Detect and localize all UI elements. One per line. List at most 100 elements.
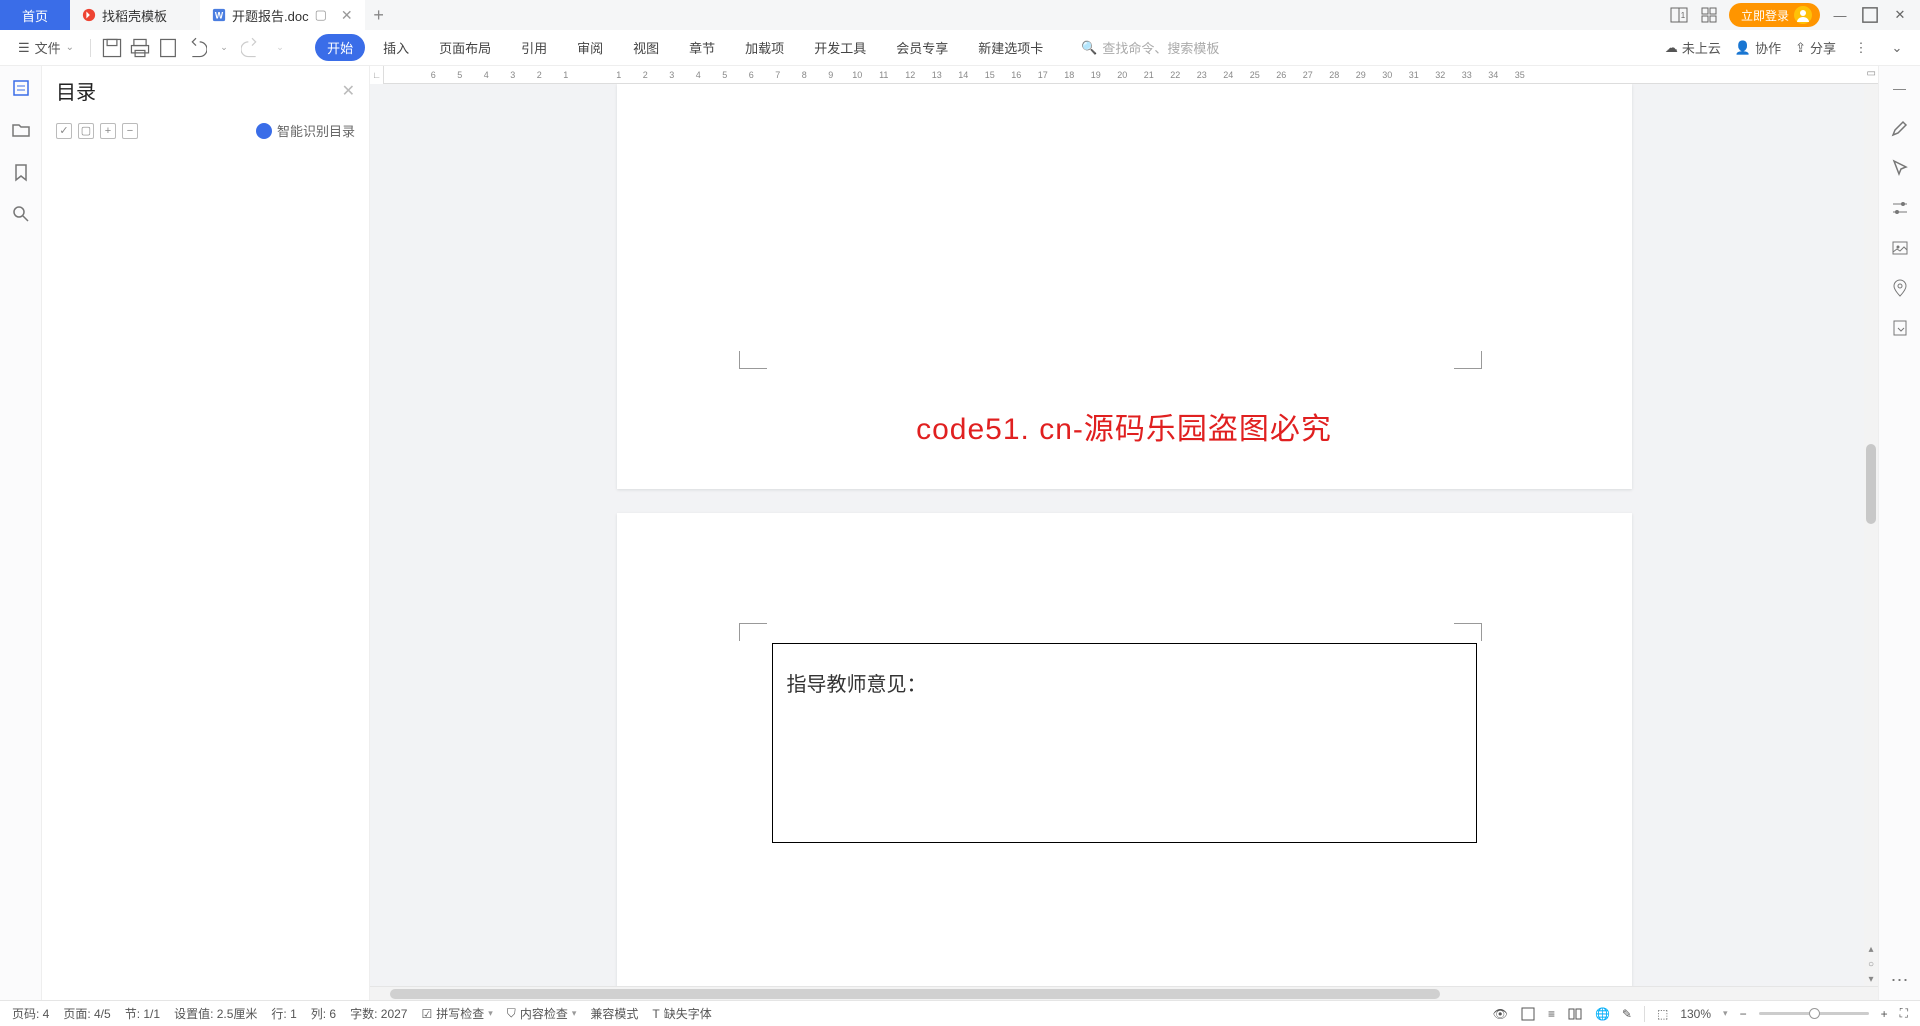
toc-level-up[interactable]: + — [100, 123, 116, 139]
font-icon: T — [652, 1007, 659, 1021]
zoom-slider[interactable] — [1759, 1012, 1869, 1015]
goto-icon[interactable]: ○ — [1864, 957, 1878, 971]
close-icon[interactable]: ✕ — [341, 7, 353, 24]
print-button[interactable] — [129, 37, 151, 59]
print-preview-button[interactable] — [157, 37, 179, 59]
zoom-out-button[interactable]: − — [1740, 1007, 1747, 1021]
ribbon-tab-addons[interactable]: 加载项 — [733, 34, 796, 61]
toc-level-down[interactable]: − — [122, 123, 138, 139]
cloud-status[interactable]: ☁未上云 — [1665, 38, 1721, 57]
more-icon[interactable]: ⋮ — [1850, 37, 1872, 59]
undo-button[interactable] — [185, 37, 207, 59]
ruler-tick: 21 — [1136, 70, 1163, 80]
ribbon-tab-start[interactable]: 开始 — [315, 34, 365, 61]
content-check-button[interactable]: ⛉内容检查 ▾ — [507, 1005, 577, 1022]
content-cell[interactable]: 指导教师意见： — [772, 643, 1477, 843]
redo-dropdown[interactable]: ⌄ — [269, 37, 291, 59]
ruler-tick: 25 — [1242, 70, 1269, 80]
view-page-icon[interactable] — [1520, 1006, 1536, 1022]
tab-home[interactable]: 首页 — [0, 0, 70, 30]
collapse-ribbon-icon[interactable]: ⌄ — [1886, 37, 1908, 59]
status-col[interactable]: 列: 6 — [311, 1005, 336, 1022]
search-icon[interactable] — [11, 204, 31, 224]
tab-window-icon[interactable]: ▢ — [315, 7, 327, 23]
ruler-tick: 7 — [765, 70, 792, 80]
settings-slider-icon[interactable] — [1890, 198, 1910, 218]
toc-collapse-all[interactable]: ▢ — [78, 123, 94, 139]
eye-icon[interactable]: 👁 — [1493, 1007, 1508, 1021]
ribbon-tab-layout[interactable]: 页面布局 — [427, 34, 503, 61]
toc-expand-all[interactable]: ✓ — [56, 123, 72, 139]
tab-templates[interactable]: 找稻壳模板 — [70, 0, 200, 30]
view-focus-icon[interactable]: ✎ — [1622, 1007, 1632, 1021]
horizontal-ruler[interactable]: 6543211234567891011121314151617181920212… — [370, 66, 1878, 84]
missing-font-button[interactable]: T缺失字体 — [652, 1005, 711, 1022]
ruler-toggle[interactable]: ▭ — [1867, 68, 1876, 79]
undo-dropdown[interactable]: ⌄ — [213, 37, 235, 59]
smart-toc-button[interactable]: 智能识别目录 — [256, 121, 355, 140]
ribbon-tab-devtools[interactable]: 开发工具 — [802, 34, 878, 61]
login-button[interactable]: 立即登录 — [1729, 3, 1820, 27]
ruler-tick: 2 — [632, 70, 659, 80]
fullscreen-icon[interactable]: ⛶ — [1900, 1006, 1908, 1021]
share-button[interactable]: ⇪分享 — [1795, 38, 1836, 57]
zoom-handle[interactable] — [1809, 1008, 1820, 1019]
ribbon-tab-insert[interactable]: 插入 — [371, 34, 421, 61]
next-page-icon[interactable]: ▾ — [1864, 972, 1878, 986]
close-button[interactable]: ✕ — [1890, 5, 1910, 25]
ruler-tick: 9 — [818, 70, 845, 80]
highlight-icon[interactable]: — — [1890, 78, 1910, 98]
compat-mode[interactable]: 兼容模式 — [590, 1005, 638, 1022]
image-icon[interactable] — [1890, 238, 1910, 258]
scroll-thumb[interactable] — [390, 989, 1440, 999]
bookmark-icon[interactable] — [11, 162, 31, 182]
spellcheck-button[interactable]: ☑拼写检查 ▾ — [421, 1005, 492, 1022]
ribbon-tab-chapter[interactable]: 章节 — [677, 34, 727, 61]
status-row[interactable]: 行: 1 — [271, 1005, 296, 1022]
ribbon-tab-custom[interactable]: 新建选项卡 — [966, 34, 1055, 61]
maximize-button[interactable] — [1860, 5, 1880, 25]
status-section[interactable]: 节: 1/1 — [125, 1005, 160, 1022]
tab-document[interactable]: W 开题报告.doc ▢ ✕ — [200, 0, 365, 30]
grid-icon[interactable] — [1699, 5, 1719, 25]
minimize-button[interactable]: — — [1830, 5, 1850, 25]
fit-icon[interactable]: ⬚ — [1657, 1007, 1668, 1021]
view-read-icon[interactable] — [1567, 1006, 1583, 1022]
redo-button[interactable] — [241, 37, 263, 59]
close-icon[interactable]: ✕ — [342, 81, 355, 101]
location-icon[interactable] — [1890, 278, 1910, 298]
ribbon-tab-view[interactable]: 视图 — [621, 34, 671, 61]
view-web-icon[interactable]: 🌐 — [1595, 1007, 1610, 1021]
command-search[interactable]: 🔍 查找命令、搜索模板 — [1081, 38, 1219, 57]
horizontal-scrollbar[interactable] — [370, 986, 1878, 1000]
workspace-icon[interactable]: 1 — [1669, 5, 1689, 25]
status-page-code[interactable]: 页码: 4 — [12, 1005, 49, 1022]
page-previous: code51. cn-源码乐园盗图必究 — [617, 84, 1632, 489]
ribbon-tab-member[interactable]: 会员专享 — [884, 34, 960, 61]
collab-button[interactable]: 👤协作 — [1735, 38, 1781, 57]
document-scroll[interactable]: code51. cn-源码乐园盗图必究 指导教师意见： — [370, 84, 1878, 986]
status-page[interactable]: 页面: 4/5 — [63, 1005, 110, 1022]
pen-icon[interactable] — [1890, 118, 1910, 138]
ribbon-tab-reference[interactable]: 引用 — [509, 34, 559, 61]
statusbar: 页码: 4 页面: 4/5 节: 1/1 设置值: 2.5厘米 行: 1 列: … — [0, 1000, 1920, 1026]
zoom-in-button[interactable]: + — [1881, 1007, 1888, 1021]
folder-icon[interactable] — [11, 120, 31, 140]
more-icon[interactable]: ⋯ — [1890, 970, 1910, 990]
prev-page-icon[interactable]: ▴ — [1864, 942, 1878, 956]
new-tab-button[interactable]: + — [365, 5, 393, 26]
ribbon-tab-review[interactable]: 审阅 — [565, 34, 615, 61]
view-outline-icon[interactable]: ≡ — [1548, 1007, 1555, 1021]
scroll-thumb[interactable] — [1866, 444, 1876, 524]
status-setting[interactable]: 设置值: 2.5厘米 — [174, 1005, 257, 1022]
page-margin-marker — [1454, 351, 1482, 369]
watermark-text: code51. cn-源码乐园盗图必究 — [916, 404, 1332, 448]
vertical-scrollbar[interactable]: ▴ ○ ▾ — [1864, 84, 1878, 986]
file-menu[interactable]: ☰ 文件 ⌄ — [12, 38, 80, 57]
zoom-value[interactable]: 130% — [1680, 1007, 1711, 1021]
page-nav-icon[interactable] — [1890, 318, 1910, 338]
save-button[interactable] — [101, 37, 123, 59]
outline-icon[interactable] — [11, 78, 31, 98]
cursor-icon[interactable] — [1890, 158, 1910, 178]
status-words[interactable]: 字数: 2027 — [350, 1005, 407, 1022]
